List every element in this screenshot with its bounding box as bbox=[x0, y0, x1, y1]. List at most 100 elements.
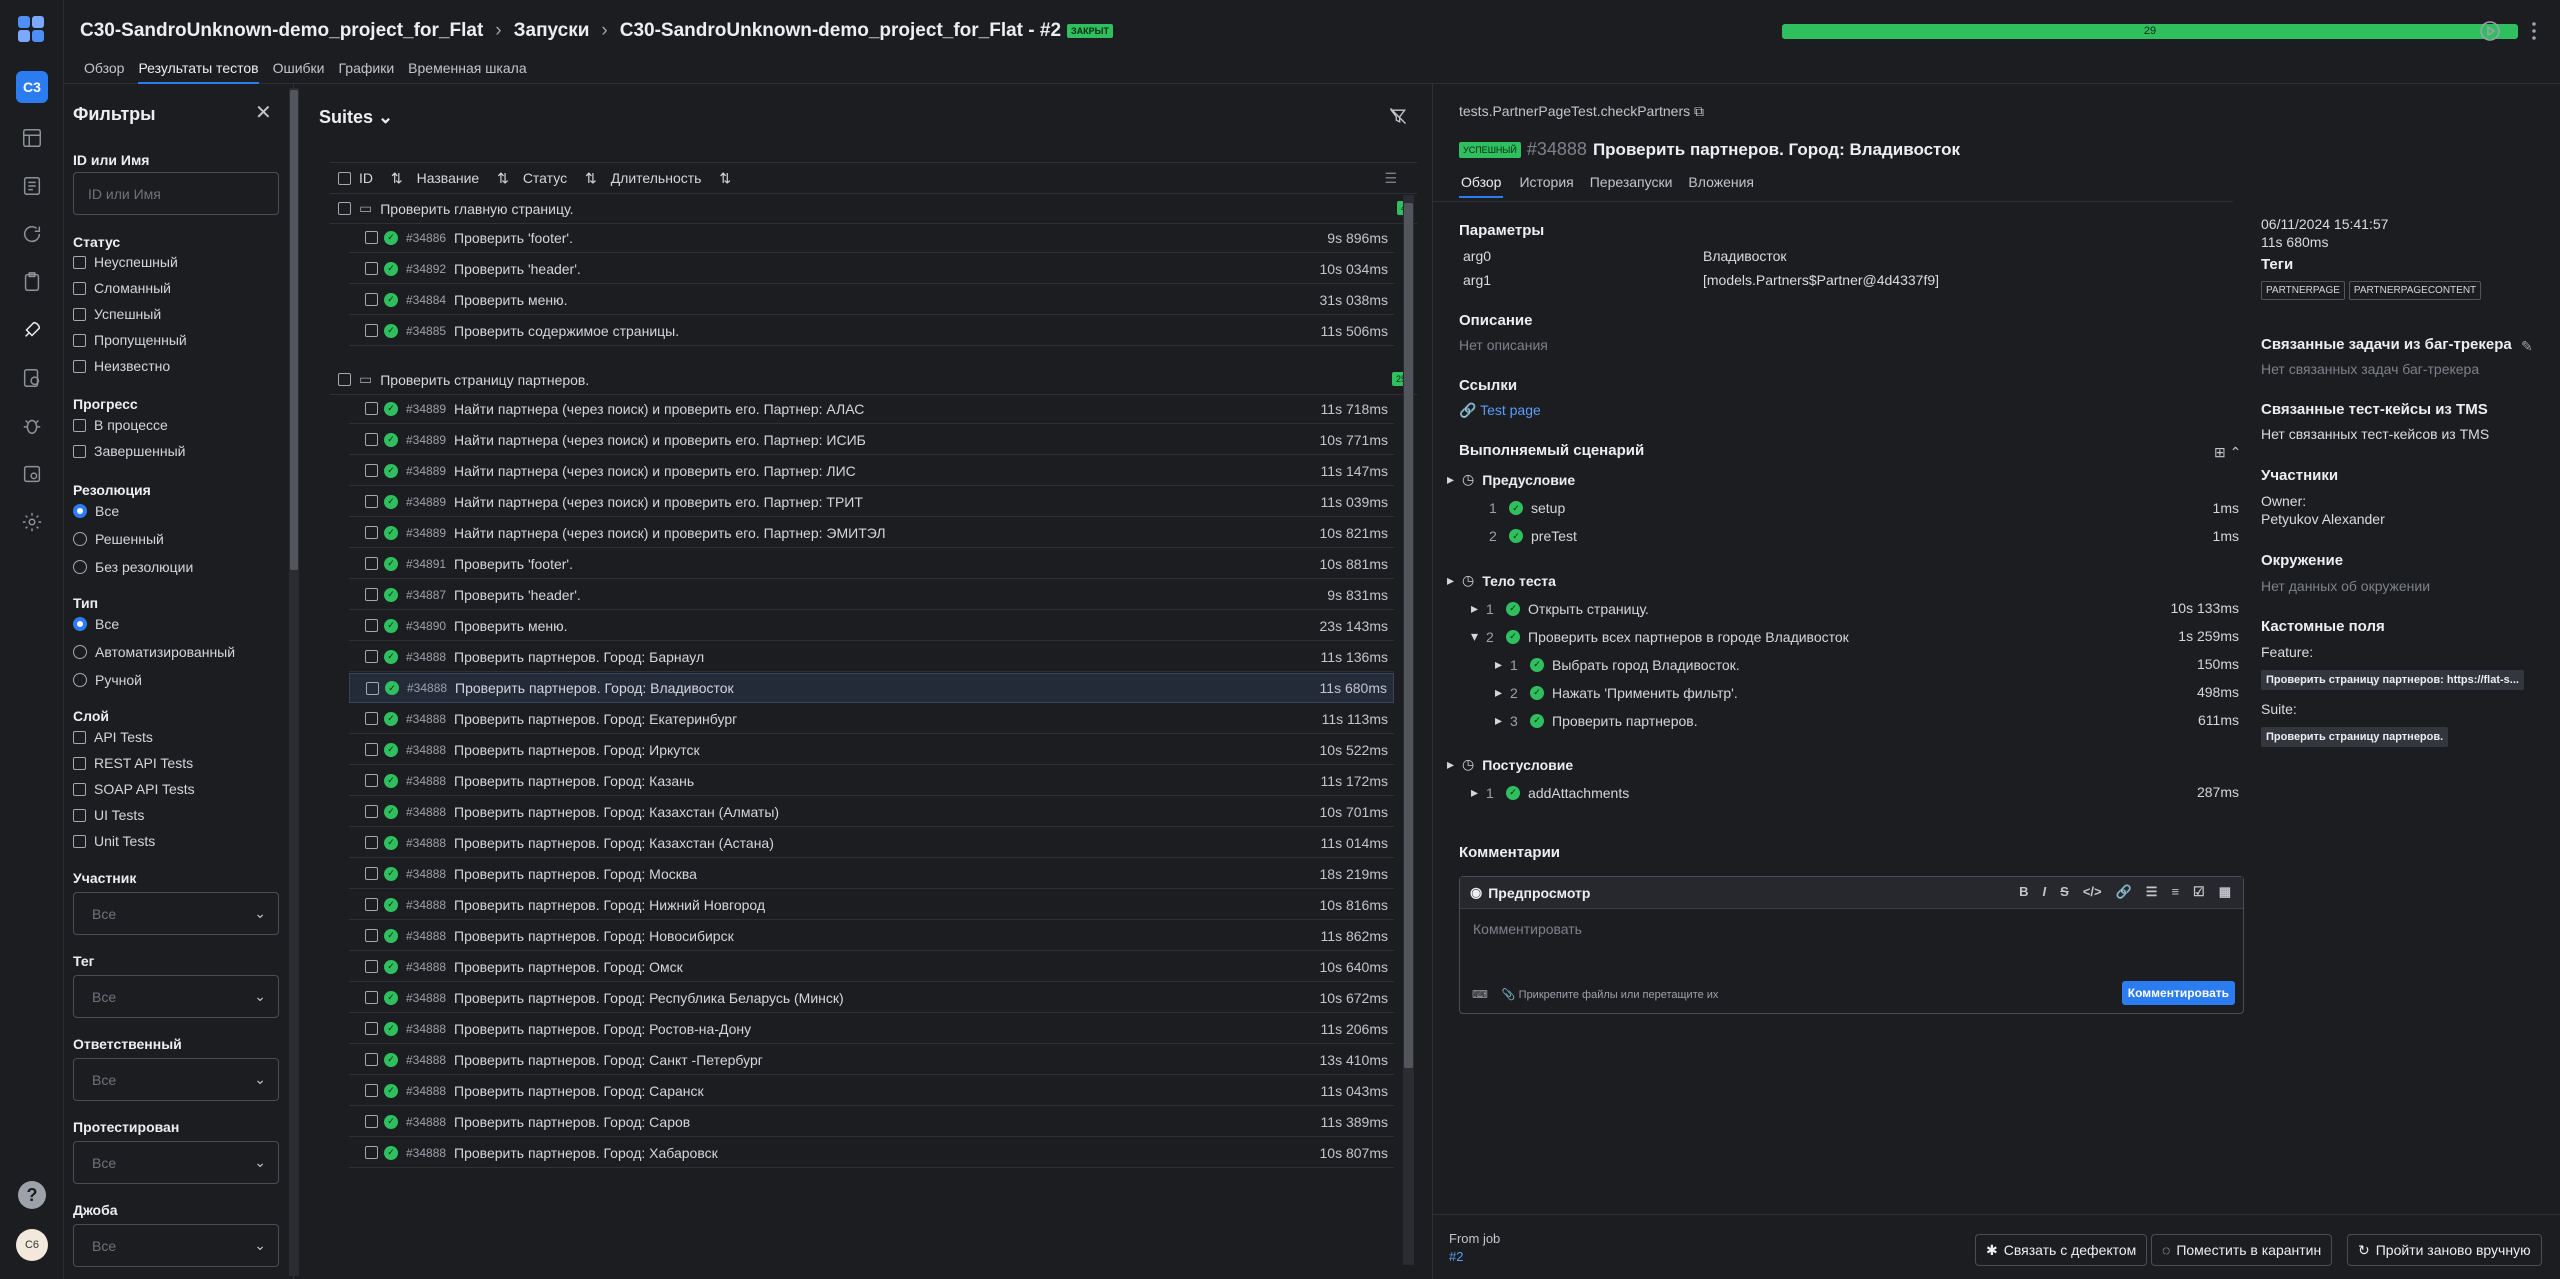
checkbox[interactable] bbox=[365, 526, 378, 539]
column-duration[interactable]: Длительность ⇅ bbox=[611, 170, 731, 187]
bold-icon[interactable]: B bbox=[2019, 884, 2028, 900]
breadcrumb-launches[interactable]: Запуски bbox=[514, 20, 590, 42]
tag-select[interactable]: Все ⌄ bbox=[73, 975, 279, 1018]
test-row[interactable]: ✓ #34888 Проверить партнеров. Город: Барна… bbox=[349, 642, 1394, 672]
checkbox[interactable] bbox=[365, 836, 378, 849]
progress-option[interactable]: Завершенный bbox=[73, 443, 185, 459]
resolution-option[interactable]: Решенный bbox=[73, 531, 164, 547]
checkbox[interactable] bbox=[365, 898, 378, 911]
id-search-input[interactable]: ID или Имя bbox=[73, 172, 279, 215]
plans-icon[interactable] bbox=[16, 266, 48, 298]
checkbox[interactable] bbox=[73, 418, 86, 432]
rerun-manually-button[interactable]: ↻ Пройти заново вручную bbox=[2347, 1234, 2542, 1266]
test-row[interactable]: ✓ #34891 Проверить 'footer'. 10s 881ms bbox=[349, 549, 1394, 579]
scenario-substep[interactable]: ▸ 1 ✓ Выбрать город Владивосток. bbox=[1495, 656, 1740, 673]
checkbox[interactable] bbox=[365, 324, 378, 337]
rocket-icon[interactable] bbox=[16, 314, 48, 346]
preview-toggle[interactable]: Предпросмотр bbox=[1488, 885, 1590, 901]
test-row[interactable]: ✓ #34890 Проверить меню. 23s 143ms bbox=[349, 611, 1394, 641]
checkbox[interactable] bbox=[73, 333, 86, 347]
columns-settings-icon[interactable]: ☰ bbox=[1384, 170, 1397, 187]
edit-icon[interactable]: ✎ bbox=[2521, 338, 2533, 355]
checkbox[interactable] bbox=[365, 231, 378, 244]
checkbox[interactable] bbox=[365, 588, 378, 601]
project-avatar[interactable]: C3 bbox=[16, 71, 48, 103]
tab-errors[interactable]: Ошибки bbox=[273, 60, 325, 84]
job-link[interactable]: #2 bbox=[1449, 1249, 1463, 1264]
more-vertical-icon[interactable] bbox=[2522, 19, 2546, 43]
checkbox[interactable] bbox=[365, 712, 378, 725]
test-row[interactable]: ✓ #34889 Найти партнера (через поиск) и пр… bbox=[349, 456, 1394, 486]
suites-title[interactable]: Suites ⌄ bbox=[319, 107, 393, 128]
clear-filter-icon[interactable] bbox=[1388, 106, 1408, 126]
layer-option[interactable]: Unit Tests bbox=[73, 833, 155, 849]
filters-scrollbar[interactable] bbox=[289, 88, 299, 1276]
numbered-list-icon[interactable]: ≡ bbox=[2171, 884, 2179, 900]
settings-icon[interactable] bbox=[16, 506, 48, 538]
scenario-step[interactable]: 2 ✓ preTest bbox=[1489, 528, 1577, 544]
checkbox[interactable] bbox=[365, 867, 378, 880]
member-select[interactable]: Все ⌄ bbox=[73, 892, 279, 935]
test-row[interactable]: ✓ #34888 Проверить партнеров. Город: Хабар… bbox=[349, 1138, 1394, 1168]
checkbox[interactable] bbox=[73, 281, 86, 295]
postcondition-section[interactable]: ▸ ◷ Постусловие bbox=[1447, 756, 1573, 773]
suite-group[interactable]: ▭Проверить главную страницу.4 bbox=[330, 194, 1417, 224]
tab-history[interactable]: История bbox=[1519, 174, 1573, 198]
scenario-step[interactable]: ▾ 2 ✓ Проверить всех партнеров в городе Вла… bbox=[1471, 628, 1849, 645]
checkbox[interactable] bbox=[365, 293, 378, 306]
eye-icon[interactable]: ◉ bbox=[1470, 884, 1482, 901]
checkbox[interactable] bbox=[73, 730, 86, 744]
checkbox[interactable] bbox=[365, 774, 378, 787]
assignee-select[interactable]: Все ⌄ bbox=[73, 1058, 279, 1101]
tab-graphs[interactable]: Графики bbox=[339, 60, 395, 84]
test-row[interactable]: ✓ #34887 Проверить 'header'. 9s 831ms bbox=[349, 580, 1394, 610]
testcases-icon[interactable] bbox=[16, 170, 48, 202]
test-row[interactable]: ✓ #34892 Проверить 'header'. 10s 034ms bbox=[349, 254, 1394, 284]
analytics-icon[interactable] bbox=[16, 362, 48, 394]
radio[interactable] bbox=[73, 504, 87, 518]
test-row[interactable]: ✓ #34886 Проверить 'footer'. 9s 896ms bbox=[349, 223, 1394, 253]
test-row[interactable]: ✓ #34888 Проверить партнеров. Город: Респу… bbox=[349, 983, 1394, 1013]
test-row[interactable]: ✓ #34888 Проверить партнеров. Город: Екате… bbox=[349, 704, 1394, 734]
comment-textarea[interactable]: Комментировать bbox=[1460, 909, 2243, 949]
checkbox[interactable] bbox=[365, 402, 378, 415]
quarantine-button[interactable]: ◌ Поместить в карантин bbox=[2151, 1234, 2333, 1266]
user-avatar[interactable]: C6 bbox=[16, 1229, 48, 1261]
layer-option[interactable]: UI Tests bbox=[73, 807, 144, 823]
status-option[interactable]: Пропущенный bbox=[73, 332, 187, 348]
status-option[interactable]: Неизвестно bbox=[73, 358, 170, 374]
resolution-option[interactable]: Без резолюции bbox=[73, 559, 193, 575]
bullet-list-icon[interactable]: ☰ bbox=[2146, 884, 2158, 900]
checkbox[interactable] bbox=[365, 433, 378, 446]
breadcrumb-project[interactable]: C30-SandroUnknown-demo_project_for_Flat bbox=[80, 20, 483, 42]
status-option[interactable]: Неуспешный bbox=[73, 254, 178, 270]
tested-by-select[interactable]: Все ⌄ bbox=[73, 1141, 279, 1184]
attach-hint[interactable]: 📎 Прикрепите файлы или перетащите их bbox=[1502, 988, 1719, 1001]
checkbox[interactable] bbox=[73, 444, 86, 458]
test-row[interactable]: ✓ #34888 Проверить партнеров. Город: Казах… bbox=[349, 797, 1394, 827]
test-row[interactable]: ✓ #34888 Проверить партнеров. Город: Нижни… bbox=[349, 890, 1394, 920]
checkbox[interactable] bbox=[365, 464, 378, 477]
test-row[interactable]: ✓ #34888 Проверить партнеров. Город: Новос… bbox=[349, 921, 1394, 951]
checkbox[interactable] bbox=[365, 805, 378, 818]
help-icon[interactable]: ? bbox=[18, 1181, 46, 1209]
tab-test-results[interactable]: Результаты тестов bbox=[138, 60, 259, 84]
tag-chip[interactable]: PARTNERPAGECONTENT bbox=[2348, 281, 2482, 300]
precondition-section[interactable]: ▸ ◷ Предусловие bbox=[1447, 471, 1575, 488]
launches-icon[interactable] bbox=[16, 218, 48, 250]
test-row[interactable]: ✓ #34884 Проверить меню. 31s 038ms bbox=[349, 285, 1394, 315]
progress-option[interactable]: В процессе bbox=[73, 417, 168, 433]
radio[interactable] bbox=[73, 560, 87, 574]
checkbox[interactable] bbox=[365, 1146, 378, 1159]
suite-chip[interactable]: Проверить страницу партнеров. bbox=[2261, 727, 2449, 747]
layer-option[interactable]: API Tests bbox=[73, 729, 153, 745]
dashboard-icon[interactable] bbox=[16, 122, 48, 154]
test-row[interactable]: ✓ #34888 Проверить партнеров. Город: Омск 1… bbox=[349, 952, 1394, 982]
scenario-step[interactable]: ▸ 1 ✓ Открыть страницу. bbox=[1471, 600, 1649, 617]
jobs-icon[interactable] bbox=[16, 458, 48, 490]
checkbox[interactable] bbox=[365, 960, 378, 973]
scenario-substep[interactable]: ▸ 3 ✓ Проверить партнеров. bbox=[1495, 712, 1698, 729]
checkbox[interactable] bbox=[73, 808, 86, 822]
test-page-link[interactable]: 🔗 Test page bbox=[1459, 402, 1541, 419]
test-row[interactable]: ✓ #34888 Проверить партнеров. Город: Санкт… bbox=[349, 1045, 1394, 1075]
